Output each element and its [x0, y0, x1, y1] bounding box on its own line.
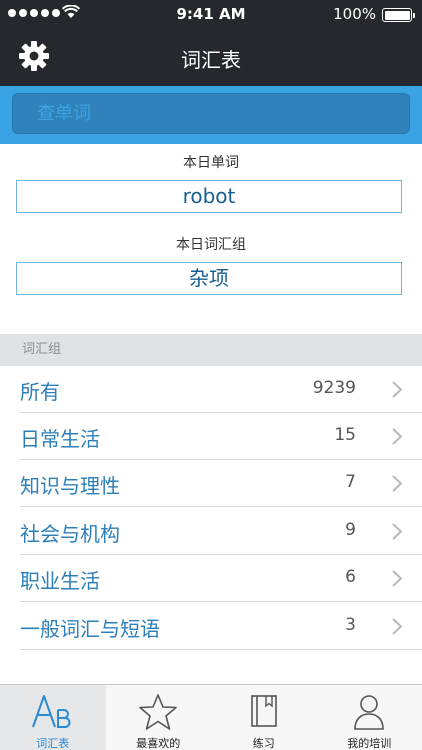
row-divider [20, 601, 422, 602]
battery-icon [382, 8, 415, 22]
group-row-count: 9239 [312, 378, 356, 398]
tab-label: 词汇表 [36, 737, 70, 750]
chevron-right-icon [392, 570, 402, 587]
tab-favorites[interactable]: 最喜欢的 [106, 685, 212, 750]
chevron-right-icon [392, 428, 402, 445]
group-of-day-label: 本日词汇组 [176, 237, 246, 253]
group-row-label: 知识与理性 [20, 474, 120, 498]
group-row-daily-life[interactable]: 日常生活 15 [0, 413, 422, 460]
group-row-society[interactable]: 社会与机构 9 [0, 508, 422, 555]
tab-label: 练习 [252, 737, 275, 750]
group-row-label: 日常生活 [20, 427, 100, 451]
group-row-label: 所有 [20, 380, 60, 404]
navigation-bar: 9:41 AM 100% 词汇表 [0, 0, 422, 86]
tab-practice[interactable]: 练习 [211, 685, 317, 750]
group-row-count: 3 [345, 615, 356, 635]
chevron-right-icon [392, 381, 402, 398]
row-divider [20, 506, 422, 507]
group-row-label: 一般词汇与短语 [20, 617, 160, 641]
page-title: 词汇表 [181, 48, 241, 72]
group-row-general-vocab[interactable]: 一般词汇与短语 3 [0, 603, 422, 650]
group-row-count: 6 [345, 567, 356, 587]
status-bar: 9:41 AM 100% [0, 0, 422, 30]
chevron-right-icon [392, 523, 402, 540]
chevron-right-icon [392, 618, 402, 635]
star-icon [139, 694, 178, 730]
group-row-label: 职业生活 [20, 569, 100, 593]
group-row-label: 社会与机构 [20, 522, 120, 546]
group-row-count: 9 [345, 520, 356, 540]
search-input[interactable]: 查单词 [12, 93, 410, 134]
tab-my-training[interactable]: 我的培训 [317, 685, 422, 750]
tab-label: 最喜欢的 [136, 737, 181, 750]
tab-vocabulary[interactable]: 词汇表 [0, 685, 106, 750]
search-bar: 查单词 [0, 86, 422, 144]
row-divider [20, 649, 422, 650]
tab-bar: 词汇表 最喜欢的 练习 我的培训 [0, 684, 422, 750]
book-icon [250, 695, 277, 727]
person-icon [354, 695, 385, 730]
chevron-right-icon [392, 475, 402, 492]
ab-letters-icon [31, 695, 71, 728]
word-of-day-label: 本日单词 [183, 155, 239, 171]
word-of-day-button[interactable]: robot [16, 180, 402, 213]
tab-label: 我的培训 [347, 737, 392, 750]
group-row-work-life[interactable]: 职业生活 6 [0, 555, 422, 602]
battery-percentage: 100% [333, 5, 376, 23]
group-of-day-button[interactable]: 杂项 [16, 262, 402, 295]
group-row-count: 15 [334, 425, 356, 445]
group-row-count: 7 [345, 472, 356, 492]
group-row-all[interactable]: 所有 9239 [0, 366, 422, 413]
group-row-knowledge[interactable]: 知识与理性 7 [0, 460, 422, 507]
groups-section-header: 词汇组 [0, 334, 422, 366]
